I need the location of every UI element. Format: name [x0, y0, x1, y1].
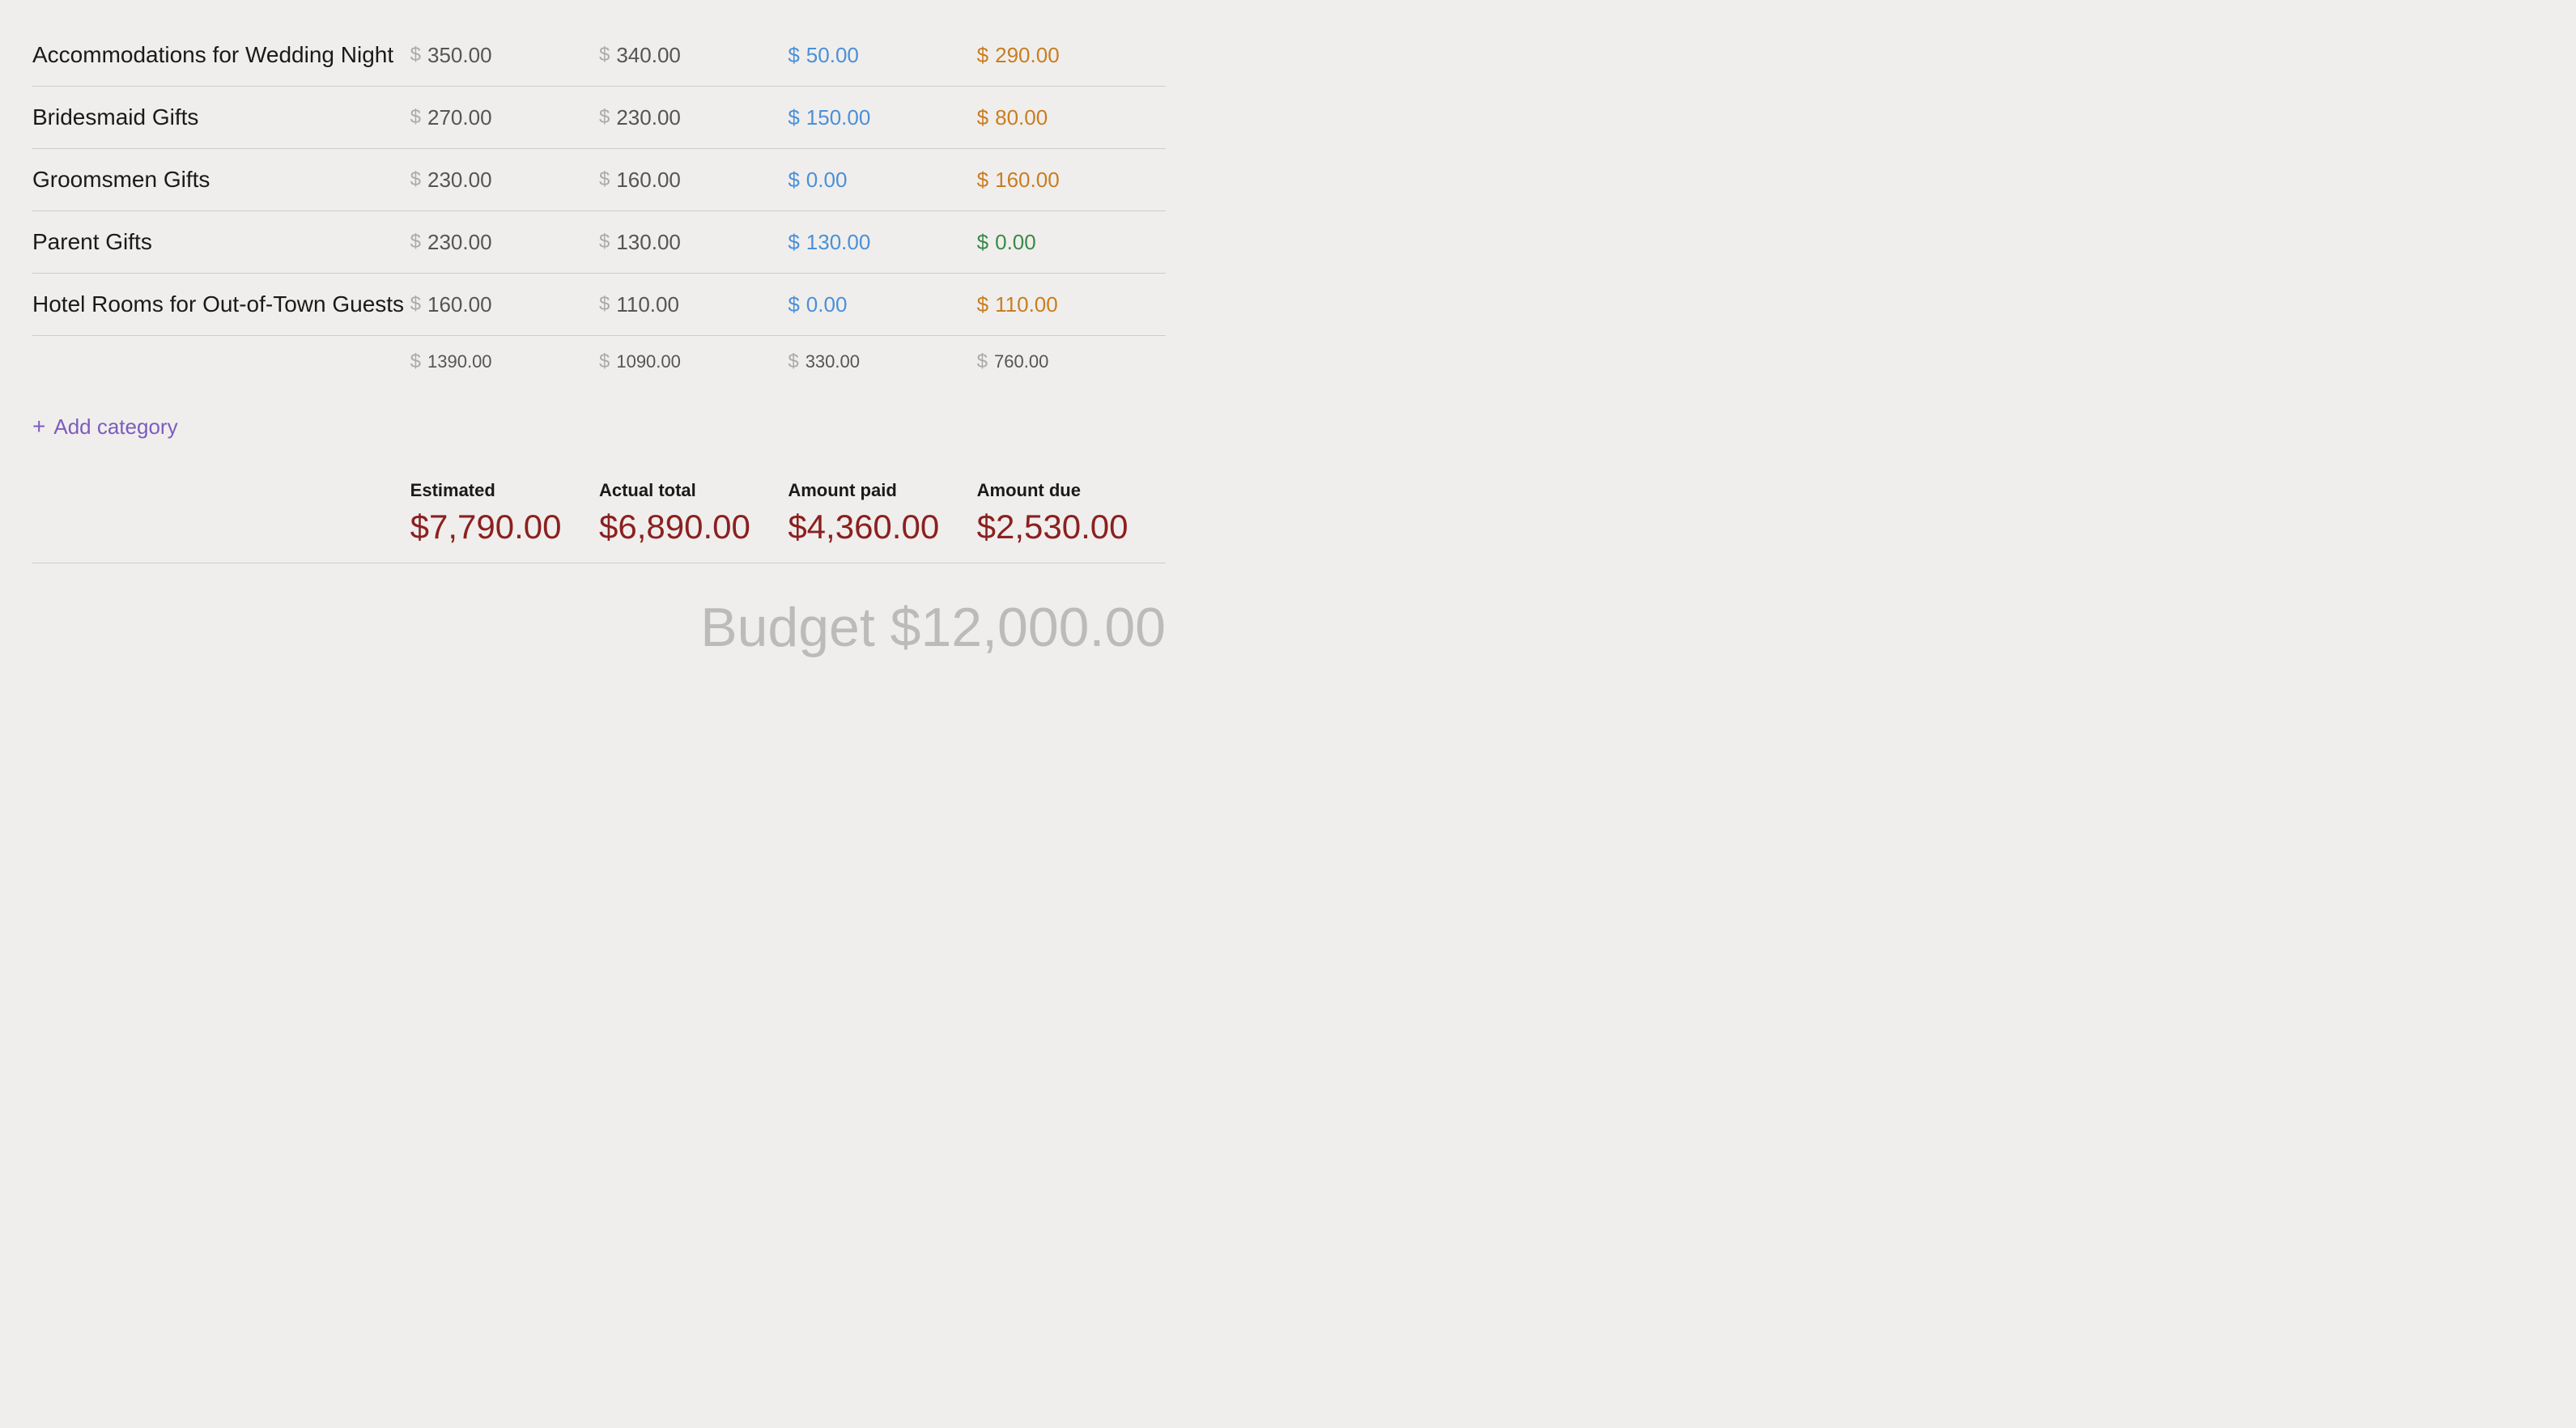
summary-due: Amount due $2,530.00 — [977, 480, 1166, 546]
summary-actual: Actual total $6,890.00 — [599, 480, 788, 546]
actual-value: 230.00 — [616, 105, 681, 130]
total-due: $ 760.00 — [977, 351, 1166, 373]
due-amount: $ 290.00 — [977, 43, 1166, 68]
due-value: 290.00 — [995, 43, 1060, 68]
table-row: Bridesmaid Gifts $ 270.00 $ 230.00 $ 150… — [32, 87, 1166, 149]
dollar-sign: $ — [410, 106, 421, 129]
actual-amount: $ 130.00 — [599, 230, 788, 255]
paid-dollar: $ — [788, 292, 799, 317]
total-estimated: $ 1390.00 — [410, 351, 599, 373]
due-dollar: $ — [977, 230, 988, 255]
estimated-value: 270.00 — [427, 105, 492, 130]
paid-dollar: $ — [788, 168, 799, 193]
dollar-sign: $ — [410, 231, 421, 253]
estimated-value: 160.00 — [427, 292, 492, 317]
paid-value: 130.00 — [806, 230, 871, 255]
actual-amount: $ 340.00 — [599, 43, 788, 68]
due-dollar: $ — [977, 168, 988, 193]
summary-paid: Amount paid $4,360.00 — [788, 480, 976, 546]
due-value: 160.00 — [995, 168, 1060, 193]
due-amount: $ 0.00 — [977, 230, 1166, 255]
category-name: Parent Gifts — [32, 229, 410, 255]
plus-icon: + — [32, 414, 45, 440]
estimated-value: 230.00 — [427, 168, 492, 193]
dollar-sign: $ — [410, 168, 421, 191]
category-name: Bridesmaid Gifts — [32, 104, 410, 130]
actual-amount: $ 230.00 — [599, 105, 788, 130]
budget-table: Accommodations for Wedding Night $ 350.0… — [32, 24, 1166, 675]
due-dollar: $ — [977, 43, 988, 68]
estimated-amount: $ 230.00 — [410, 230, 599, 255]
table-row: Accommodations for Wedding Night $ 350.0… — [32, 24, 1166, 87]
estimated-amount: $ 350.00 — [410, 43, 599, 68]
dollar-sign: $ — [410, 44, 421, 66]
dollar-sign: $ — [599, 106, 610, 129]
actual-value: 130.00 — [616, 230, 681, 255]
estimated-amount: $ 230.00 — [410, 168, 599, 193]
table-row: Groomsmen Gifts $ 230.00 $ 160.00 $ 0.00… — [32, 149, 1166, 211]
paid-value: 150.00 — [806, 105, 871, 130]
paid-amount: $ 50.00 — [788, 43, 976, 68]
actual-amount: $ 160.00 — [599, 168, 788, 193]
budget-total: Budget $12,000.00 — [32, 580, 1166, 675]
dollar-sign: $ — [599, 44, 610, 66]
category-name: Accommodations for Wedding Night — [32, 42, 410, 68]
table-row: Parent Gifts $ 230.00 $ 130.00 $ 130.00 … — [32, 211, 1166, 274]
actual-value: 340.00 — [616, 43, 681, 68]
actual-amount: $ 110.00 — [599, 292, 788, 317]
category-name: Groomsmen Gifts — [32, 167, 410, 193]
table-row: Hotel Rooms for Out-of-Town Guests $ 160… — [32, 274, 1166, 336]
paid-dollar: $ — [788, 43, 799, 68]
due-amount: $ 160.00 — [977, 168, 1166, 193]
total-actual: $ 1090.00 — [599, 351, 788, 373]
category-name: Hotel Rooms for Out-of-Town Guests — [32, 291, 410, 317]
estimated-amount: $ 270.00 — [410, 105, 599, 130]
due-dollar: $ — [977, 292, 988, 317]
paid-value: 50.00 — [806, 43, 859, 68]
add-category-button[interactable]: + Add category — [32, 397, 1166, 464]
totals-row: $ 1390.00 $ 1090.00 $ 330.00 $ 760.00 — [32, 336, 1166, 397]
dollar-sign: $ — [410, 293, 421, 316]
dollar-sign: $ — [599, 231, 610, 253]
due-value: 110.00 — [995, 292, 1058, 317]
estimated-value: 230.00 — [427, 230, 492, 255]
paid-dollar: $ — [788, 230, 799, 255]
paid-dollar: $ — [788, 105, 799, 130]
paid-amount: $ 0.00 — [788, 292, 976, 317]
paid-amount: $ 130.00 — [788, 230, 976, 255]
summary-section: Estimated $7,790.00 Actual total $6,890.… — [32, 464, 1166, 563]
total-paid: $ 330.00 — [788, 351, 976, 373]
due-value: 0.00 — [995, 230, 1036, 255]
estimated-value: 350.00 — [427, 43, 492, 68]
due-amount: $ 80.00 — [977, 105, 1166, 130]
dollar-sign: $ — [599, 168, 610, 191]
paid-amount: $ 0.00 — [788, 168, 976, 193]
actual-value: 110.00 — [616, 292, 679, 317]
paid-value: 0.00 — [806, 292, 848, 317]
paid-amount: $ 150.00 — [788, 105, 976, 130]
summary-estimated: Estimated $7,790.00 — [410, 480, 599, 546]
actual-value: 160.00 — [616, 168, 681, 193]
due-value: 80.00 — [995, 105, 1048, 130]
paid-value: 0.00 — [806, 168, 848, 193]
dollar-sign: $ — [599, 293, 610, 316]
estimated-amount: $ 160.00 — [410, 292, 599, 317]
due-amount: $ 110.00 — [977, 292, 1166, 317]
due-dollar: $ — [977, 105, 988, 130]
